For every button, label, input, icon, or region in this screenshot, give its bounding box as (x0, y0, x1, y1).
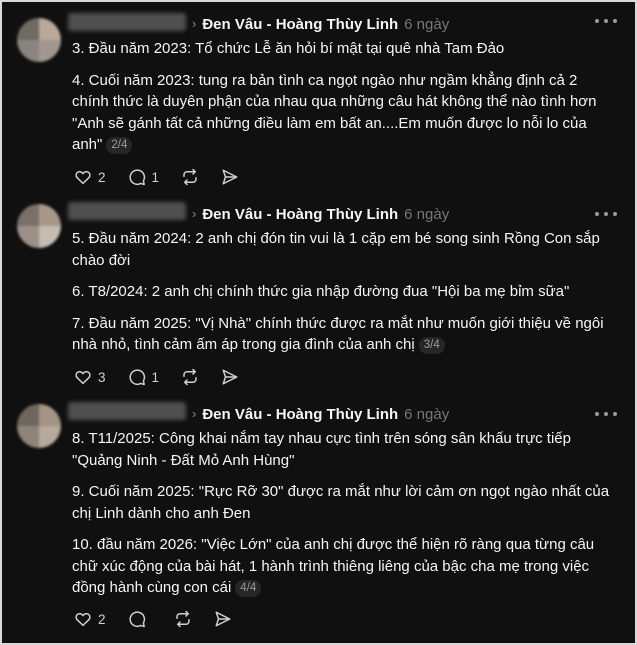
post-paragraph: 5. Đầu năm 2024: 2 anh chị đón tin vui l… (72, 230, 600, 269)
post-body: 3. Đầu năm 2023: Tổ chức Lễ ăn hỏi bí mậ… (72, 38, 612, 166)
post-body: 8. T11/2025: Công khai nắm tay nhau cực … (72, 428, 612, 609)
post-header: › Đen Vâu - Hoàng Thùy Linh 6 ngày (192, 14, 449, 34)
post-time: 6 ngày (404, 205, 450, 223)
like-button[interactable]: 3 (74, 368, 106, 386)
heart-icon (75, 170, 91, 185)
more-options-icon[interactable] (595, 207, 617, 221)
post-paragraph-last: 10. đầu năm 2026: "Việc Lớn" của anh chị… (72, 534, 612, 599)
page-indicator: 4/4 (235, 580, 262, 597)
post-paragraph-last: 4. Cuối năm 2023: tung ra bản tình ca ng… (72, 70, 612, 156)
thread-title-link[interactable]: Đen Vâu - Hoàng Thùy Linh (202, 16, 398, 33)
avatar-tile (17, 404, 39, 426)
avatar[interactable] (17, 404, 61, 448)
reply-button[interactable] (128, 610, 152, 628)
repost-icon (183, 168, 197, 186)
post-actions: 3 1 (74, 366, 261, 388)
send-icon (222, 369, 238, 385)
share-button[interactable] (221, 168, 239, 186)
repost-button[interactable] (181, 368, 199, 386)
heart-icon (75, 612, 91, 627)
thread-post-1: › Đen Vâu - Hoàng Thùy Linh 6 ngày 3. Đầ… (2, 12, 635, 190)
thread-title-link[interactable]: Đen Vâu - Hoàng Thùy Linh (202, 206, 398, 223)
post-paragraph-text: 4. Cuối năm 2023: tung ra bản tình ca ng… (72, 71, 597, 154)
send-icon (222, 169, 238, 185)
avatar-tile (39, 426, 61, 448)
more-options-icon[interactable] (595, 407, 617, 421)
repost-icon (175, 610, 190, 628)
post-paragraph-text: 7. Đầu năm 2025: "Vị Nhà" chính thức đượ… (72, 314, 604, 354)
chevron-right-icon: › (192, 405, 197, 421)
reply-count: 1 (151, 369, 160, 385)
share-button[interactable] (214, 610, 232, 628)
avatar-tile (39, 404, 61, 426)
username-redacted[interactable] (68, 402, 186, 420)
post-header: › Đen Vâu - Hoàng Thùy Linh 6 ngày (192, 404, 449, 424)
avatar-tile (17, 226, 39, 248)
thread-post-2: › Đen Vâu - Hoàng Thùy Linh 6 ngày 5. Đầ… (2, 199, 635, 399)
avatar-tile (17, 426, 39, 448)
more-options-icon[interactable] (595, 14, 617, 28)
like-button[interactable]: 2 (74, 610, 106, 628)
page-indicator: 3/4 (418, 337, 445, 354)
reply-count: 1 (151, 169, 160, 185)
post-time: 6 ngày (404, 15, 450, 33)
post-header: › Đen Vâu - Hoàng Thùy Linh 6 ngày (192, 204, 449, 224)
post-paragraph: 8. T11/2025: Công khai nắm tay nhau cực … (72, 430, 571, 469)
thread-post-3: › Đen Vâu - Hoàng Thùy Linh 6 ngày 8. T1… (2, 399, 635, 643)
chevron-right-icon: › (192, 205, 197, 221)
like-count: 3 (98, 369, 106, 385)
avatar-tile (39, 226, 61, 248)
chevron-right-icon: › (192, 15, 197, 31)
post-actions: 2 (74, 608, 254, 630)
username-redacted[interactable] (68, 13, 186, 31)
post-time: 6 ngày (404, 405, 450, 423)
post-body: 5. Đầu năm 2024: 2 anh chị đón tin vui l… (72, 228, 612, 366)
post-paragraph: 9. Cuối năm 2025: "Rực Rỡ 30" được ra mắ… (72, 483, 610, 522)
comment-icon (128, 369, 145, 386)
avatar-tile (39, 204, 61, 226)
send-icon (215, 611, 231, 627)
comment-icon (128, 611, 145, 628)
thread-feed: › Đen Vâu - Hoàng Thùy Linh 6 ngày 3. Đầ… (0, 0, 637, 645)
post-paragraph: 6. T8/2024: 2 anh chị chính thức gia nhậ… (72, 283, 570, 300)
post-paragraph-last: 7. Đầu năm 2025: "Vị Nhà" chính thức đượ… (72, 313, 612, 356)
avatar-tile (39, 40, 61, 62)
avatar[interactable] (17, 204, 61, 248)
post-paragraph: 3. Đầu năm 2023: Tổ chức Lễ ăn hỏi bí mậ… (72, 40, 505, 57)
like-count: 2 (98, 611, 106, 627)
repost-button[interactable] (174, 610, 192, 628)
avatar-tile (17, 18, 39, 40)
avatar-tile (17, 204, 39, 226)
like-button[interactable]: 2 (74, 168, 106, 186)
reply-button[interactable]: 1 (128, 168, 160, 186)
reply-button[interactable]: 1 (128, 368, 160, 386)
username-redacted[interactable] (68, 202, 186, 220)
comment-icon (128, 169, 145, 186)
share-button[interactable] (221, 368, 239, 386)
heart-icon (75, 370, 91, 385)
page-indicator: 2/4 (106, 137, 133, 154)
avatar-tile (39, 18, 61, 40)
post-paragraph-text: 10. đầu năm 2026: "Việc Lớn" của anh chị… (72, 536, 595, 596)
avatar-tile (17, 40, 39, 62)
avatar[interactable] (17, 18, 61, 62)
repost-icon (183, 368, 197, 386)
like-count: 2 (98, 169, 106, 185)
repost-button[interactable] (181, 168, 199, 186)
thread-title-link[interactable]: Đen Vâu - Hoàng Thùy Linh (202, 406, 398, 423)
post-actions: 2 1 (74, 166, 261, 188)
